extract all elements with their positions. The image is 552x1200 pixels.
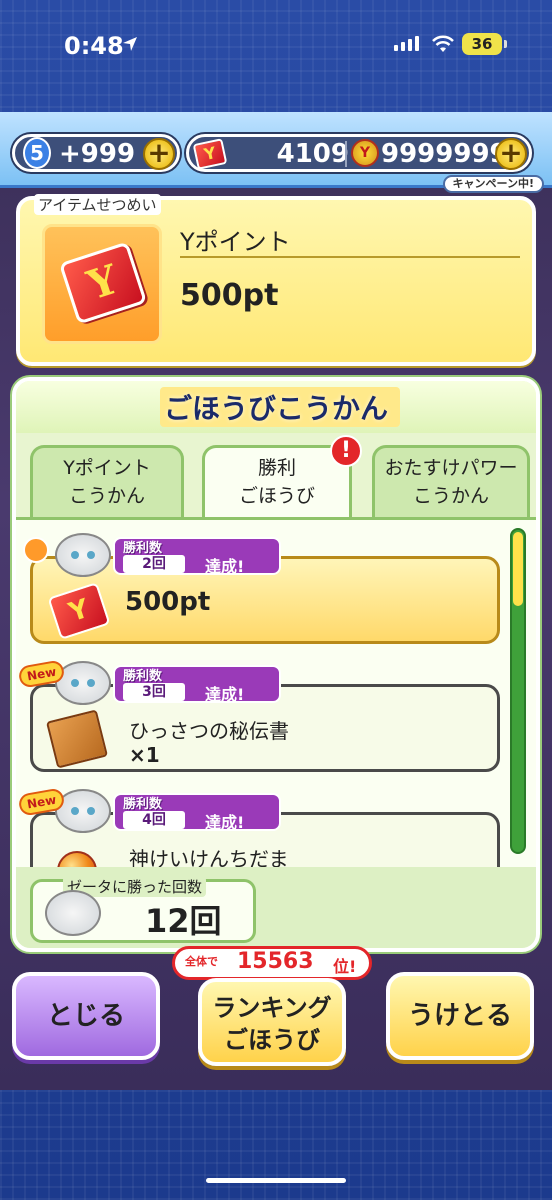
stamina-value: +999 [59,139,136,169]
experience-orb-icon [57,851,97,867]
money-value: 9999999 [381,139,508,169]
win-count: 4回 [123,811,185,829]
win-label: 勝利数 [123,541,163,556]
cellular-signal-icon [394,36,419,51]
status-achieved: 達成! [205,813,245,832]
item-name: Yポイント [180,228,291,256]
wifi-icon [432,35,454,52]
tab-label: こうかん [412,485,489,507]
win-total-value: 12回 [145,902,222,940]
rank-number: 15563 [237,949,314,974]
reward-title: ごほうびこうかん [163,392,388,425]
win-count: 2回 [123,555,185,573]
money-icon: Y [351,139,379,167]
reward-quantity: ×1 [129,743,160,767]
item-detail-label: アイテムせつめい [34,194,161,215]
status-bar: 0:48 36 [0,0,552,92]
character-avatar [55,533,111,577]
win-total-bar: ゼータに勝った回数 12回 [16,867,536,948]
reward-row[interactable]: 勝利数 3回 達成! New ひっさつの秘伝書 ×1 [17,659,500,772]
status-achieved: 達成! [205,557,245,576]
item-thumbnail: Y [42,224,162,344]
reward-name: ひっさつの秘伝書 [129,719,289,743]
win-label: 勝利数 [123,797,163,812]
reward-row[interactable]: 勝利数 2回 達成! Y 500pt [23,533,500,644]
character-avatar [55,789,111,833]
add-stamina-button[interactable]: + [143,138,175,170]
y-points-value: 4109 [276,139,349,169]
win-total-box: ゼータに勝った回数 12回 [30,876,256,943]
divider [345,141,347,167]
tab-win-rewards[interactable]: 勝利 ごほうび [202,445,352,517]
list-scrollbar[interactable] [510,528,526,854]
reward-exchange-panel: ごほうびこうかん Yポイント こうかん 勝利 ごほうび ! おたすけパワー こう… [12,377,540,952]
ranking-badge: 全体で 15563 位! [172,946,372,980]
location-arrow-icon [123,37,137,51]
campaign-badge[interactable]: キャンペーン中! [442,175,544,193]
y-point-card-icon: Y [47,582,111,640]
win-count: 3回 [123,683,185,701]
alert-icon: ! [330,435,362,467]
tab-support-power-exchange[interactable]: おたすけパワー こうかん [372,445,530,517]
reward-name: 神けいけんちだま [129,847,289,867]
currency-bar: 5 +999 + Y 4109 Y 9999999 + キャンペーン中! [0,112,552,193]
reward-row[interactable]: 勝利数 4回 達成! New 神けいけんちだま [17,787,500,867]
tab-label: おたすけパワー [384,457,518,479]
scroll-book-icon [45,709,109,769]
item-detail-panel: アイテムせつめい Y Yポイント 500pt [16,194,536,366]
ranking-button-label: ごほうび [224,1026,320,1054]
y-point-card-icon: Y [58,241,148,325]
close-button[interactable]: とじる [12,972,160,1060]
rank-suffix: 位! [333,957,357,976]
receive-button[interactable]: うけとる [386,972,534,1060]
tab-label: ごほうび [238,485,315,507]
speech-bubble-icon [23,537,49,563]
stamina-pill: 5 +999 + [12,134,180,172]
stamina-level-icon: 5 [23,137,51,169]
status-achieved: 達成! [205,685,245,704]
reward-title-bar: ごほうびこうかん [16,381,536,433]
y-point-icon: Y [192,138,228,170]
reward-name: 500pt [125,587,211,617]
tab-label: こうかん [68,485,145,507]
ranking-rewards-button[interactable]: ランキング ごほうび [198,978,346,1066]
add-money-button[interactable]: + [495,138,527,170]
battery-indicator: 36 [462,33,507,55]
win-count-badge: 勝利数 2回 達成! [113,537,281,576]
tab-label: 勝利 [257,457,296,479]
bottom-frame [0,1090,552,1200]
ranking-button-label: ランキング [212,994,332,1022]
tab-y-point-exchange[interactable]: Yポイント こうかん [30,445,184,517]
game-screen: 5 +999 + Y 4109 Y 9999999 + キャンペーン中! アイテ… [0,112,552,1090]
reward-list[interactable]: 勝利数 2回 達成! Y 500pt 勝利数 3回 達成! New ひっさつの秘… [16,517,536,867]
win-label: 勝利数 [123,669,163,684]
win-count-badge: 勝利数 4回 達成! [113,793,281,832]
clock: 0:48 [64,32,124,60]
scroll-thumb[interactable] [513,532,523,606]
points-pill: Y 4109 Y 9999999 + [186,134,532,172]
divider [180,256,520,258]
rank-prefix: 全体で [185,955,218,968]
home-indicator[interactable] [206,1178,346,1183]
opponent-avatar [45,890,101,936]
character-avatar [55,661,111,705]
item-value: 500pt [180,278,279,313]
tab-label: Yポイント [63,457,151,479]
win-count-badge: 勝利数 3回 達成! [113,665,281,704]
